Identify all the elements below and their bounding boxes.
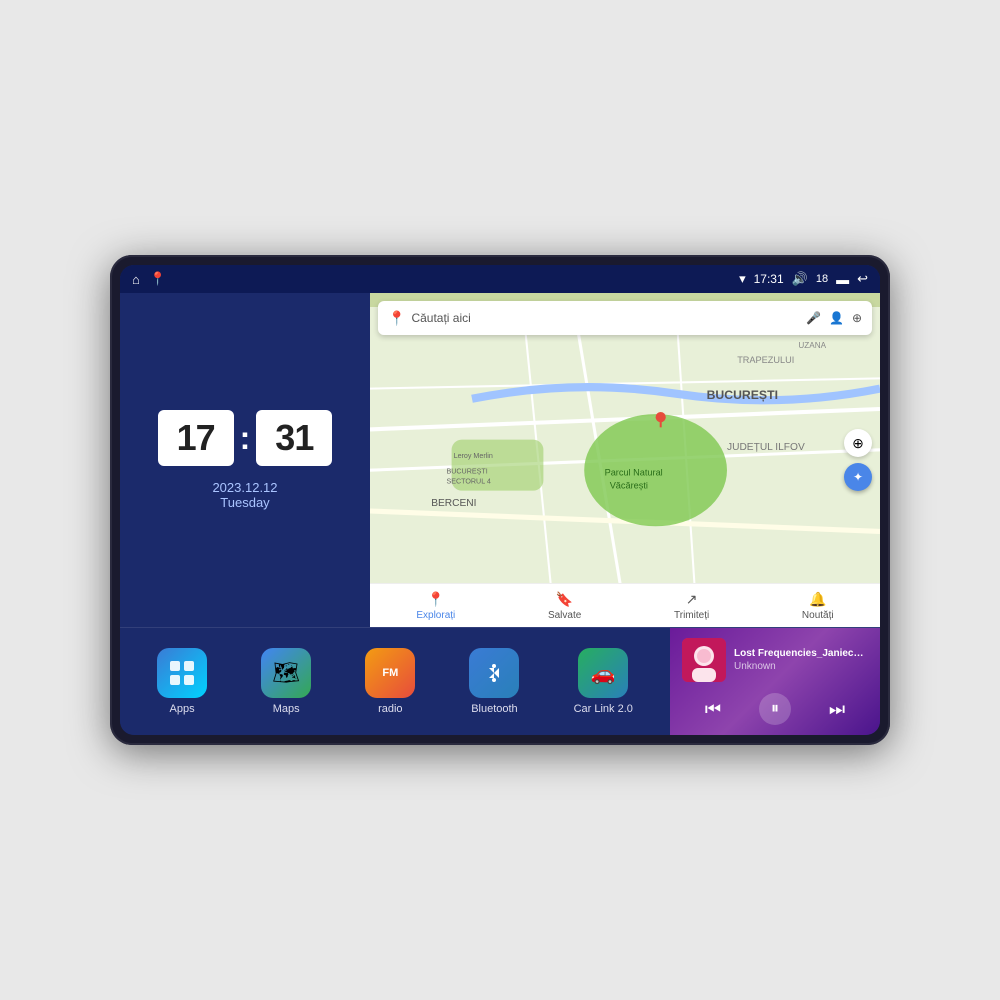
maps-label: Maps bbox=[273, 703, 300, 715]
status-bar-right: ▾ 17:31 🔊 18 ▬ ↩ bbox=[739, 271, 868, 287]
account-icon[interactable]: 👤 bbox=[829, 311, 844, 325]
map-explore-btn[interactable]: 📍 Explorați bbox=[416, 591, 455, 621]
svg-text:TRAPEZULUI: TRAPEZULUI bbox=[737, 355, 794, 365]
play-pause-button[interactable]: ⏸ bbox=[759, 693, 791, 725]
map-share-btn[interactable]: ↗ Trimiteți bbox=[674, 591, 709, 621]
media-artist: Unknown bbox=[734, 661, 868, 672]
media-controls: ⏮ ⏸ ⏭ bbox=[682, 693, 868, 725]
explore-icon: 📍 bbox=[427, 591, 444, 608]
svg-text:Văcărești: Văcărești bbox=[610, 481, 648, 491]
volume-icon[interactable]: 🔊 bbox=[792, 271, 808, 287]
map-bottom-bar: 📍 Explorați 🔖 Salvate ↗ Trimiteți 🔔 bbox=[370, 583, 880, 627]
apps-icon-item[interactable]: Apps bbox=[157, 648, 207, 715]
voice-search-icon[interactable]: 🎤 bbox=[806, 311, 821, 325]
saved-icon: 🔖 bbox=[556, 591, 573, 608]
media-info: Lost Frequencies_Janieck Devy-... Unknow… bbox=[734, 648, 868, 672]
clock-hours: 17 bbox=[158, 410, 234, 466]
layers-icon[interactable]: ⊕ bbox=[852, 311, 862, 325]
svg-text:BUCUREȘTI: BUCUREȘTI bbox=[447, 467, 488, 475]
svg-text:BUCUREȘTI: BUCUREȘTI bbox=[707, 388, 778, 402]
map-saved-btn[interactable]: 🔖 Salvate bbox=[548, 591, 581, 621]
news-icon: 🔔 bbox=[809, 591, 826, 608]
maps-icon-item[interactable]: 🗺 Maps bbox=[261, 648, 311, 715]
svg-text:BERCENI: BERCENI bbox=[431, 498, 476, 509]
map-pin-icon: 📍 bbox=[388, 310, 405, 327]
clock-display: 17 : 31 bbox=[158, 410, 333, 466]
map-news-btn[interactable]: 🔔 Noutăți bbox=[802, 591, 834, 621]
maps-icon: 🗺 bbox=[261, 648, 311, 698]
carlink-label: Car Link 2.0 bbox=[574, 703, 633, 715]
map-location-btn[interactable]: ⊕ bbox=[844, 429, 872, 457]
apps-icon bbox=[157, 648, 207, 698]
status-bar: ⌂ 📍 ▾ 17:31 🔊 18 ▬ ↩ bbox=[120, 265, 880, 293]
bluetooth-icon-item[interactable]: Bluetooth bbox=[469, 648, 519, 715]
media-top: Lost Frequencies_Janieck Devy-... Unknow… bbox=[682, 638, 868, 682]
carlink-icon-item[interactable]: 🚗 Car Link 2.0 bbox=[574, 648, 633, 715]
app-icons-section: Apps 🗺 Maps FM radio bbox=[120, 628, 670, 735]
svg-text:UZANA: UZANA bbox=[798, 341, 826, 350]
main-content: 17 : 31 2023.12.12 Tuesday bbox=[120, 293, 880, 735]
media-player: Lost Frequencies_Janieck Devy-... Unknow… bbox=[670, 628, 880, 735]
prev-button[interactable]: ⏮ bbox=[697, 693, 729, 725]
next-button[interactable]: ⏭ bbox=[821, 693, 853, 725]
battery-icon: ▬ bbox=[836, 272, 849, 287]
clock-widget: 17 : 31 2023.12.12 Tuesday bbox=[120, 293, 370, 627]
bluetooth-label: Bluetooth bbox=[471, 703, 517, 715]
maps-status-icon[interactable]: 📍 bbox=[150, 271, 166, 287]
battery-level: 18 bbox=[816, 273, 828, 285]
svg-text:JUDEȚUL ILFOV: JUDEȚUL ILFOV bbox=[727, 442, 805, 453]
car-head-unit: ⌂ 📍 ▾ 17:31 🔊 18 ▬ ↩ 17 : bbox=[110, 255, 890, 745]
radio-icon: FM bbox=[365, 648, 415, 698]
gps-icon: ▾ bbox=[739, 271, 746, 287]
map-search-bar[interactable]: 📍 Căutați aici 🎤 👤 ⊕ bbox=[378, 301, 872, 335]
apps-label: Apps bbox=[170, 703, 195, 715]
status-time: 17:31 bbox=[754, 272, 784, 286]
clock-date: 2023.12.12 Tuesday bbox=[212, 480, 277, 510]
radio-icon-item[interactable]: FM radio bbox=[365, 648, 415, 715]
svg-text:Parcul Natural: Parcul Natural bbox=[605, 467, 663, 477]
bottom-row: Apps 🗺 Maps FM radio bbox=[120, 627, 880, 735]
status-bar-left: ⌂ 📍 bbox=[132, 271, 166, 287]
clock-colon: : bbox=[240, 420, 251, 457]
carlink-icon: 🚗 bbox=[578, 648, 628, 698]
clock-minutes: 31 bbox=[256, 410, 332, 466]
top-row: 17 : 31 2023.12.12 Tuesday bbox=[120, 293, 880, 627]
svg-text:Leroy Merlin: Leroy Merlin bbox=[454, 452, 493, 460]
media-title: Lost Frequencies_Janieck Devy-... bbox=[734, 648, 868, 659]
map-search-text[interactable]: Căutați aici bbox=[411, 311, 800, 325]
bluetooth-icon bbox=[469, 648, 519, 698]
map-search-right: 🎤 👤 ⊕ bbox=[806, 311, 862, 325]
radio-label: radio bbox=[378, 703, 402, 715]
svg-text:SECTORUL 4: SECTORUL 4 bbox=[447, 477, 491, 485]
album-art bbox=[682, 638, 726, 682]
map-nav-btn[interactable]: ✦ bbox=[844, 463, 872, 491]
screen: ⌂ 📍 ▾ 17:31 🔊 18 ▬ ↩ 17 : bbox=[120, 265, 880, 735]
home-icon[interactable]: ⌂ bbox=[132, 272, 140, 287]
map-widget[interactable]: BUCUREȘTI JUDEȚUL ILFOV BERCENI TRAPEZUL… bbox=[370, 293, 880, 627]
back-icon[interactable]: ↩ bbox=[857, 271, 868, 287]
share-icon: ↗ bbox=[686, 591, 698, 608]
